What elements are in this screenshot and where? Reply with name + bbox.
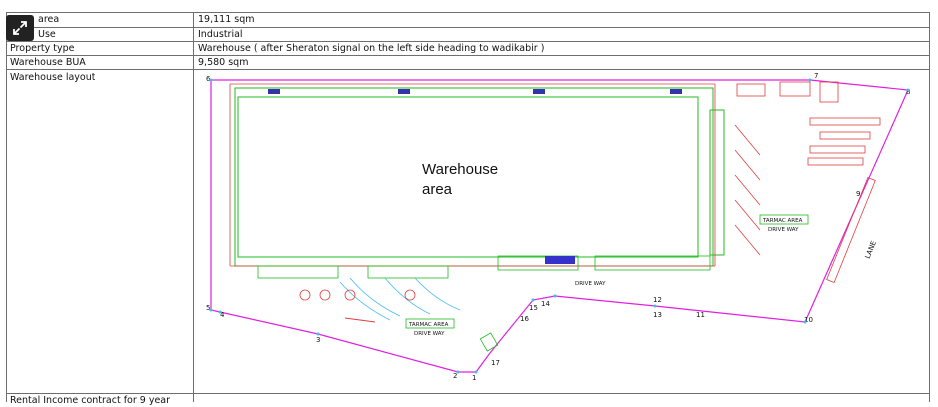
row-value-property-type: Warehouse ( after Sheraton signal on the…	[198, 43, 545, 54]
survey-points: 1 2 3 4 5 6 7 8 9 10 11 12 13 14 15 16 1…	[206, 72, 910, 382]
point-12: 12	[653, 296, 662, 304]
row-divider	[6, 55, 930, 56]
point-15: 15	[529, 304, 538, 312]
point-13: 13	[653, 311, 662, 319]
lane-label: LANE	[864, 240, 878, 260]
row-label-warehouse-layout: Warehouse layout	[10, 72, 96, 83]
point-markers	[209, 78, 910, 374]
warehouse-layout-plan: Warehouse area TARMAC AREA DRIVE WAY TAR…	[206, 72, 910, 382]
row-label-warehouse-bua: Warehouse BUA	[10, 57, 86, 68]
point-7: 7	[814, 72, 818, 80]
point-17: 17	[491, 359, 500, 367]
expand-arrows-icon	[13, 21, 27, 35]
table-border-top	[6, 12, 930, 13]
expand-button[interactable]	[6, 15, 34, 41]
point-3: 3	[316, 336, 320, 344]
tarmac-bottom-label: TARMAC AREA	[408, 322, 449, 328]
table-border-left	[6, 12, 7, 402]
point-2: 2	[453, 372, 457, 380]
point-14: 14	[541, 300, 550, 308]
tarmac-right-driveway: DRIVE WAY	[768, 227, 799, 233]
bottom-rooms	[257, 255, 711, 279]
table-border-right	[929, 12, 930, 402]
row-value-area: 19,111 sqm	[198, 14, 255, 25]
row-label-property-type: Property type	[10, 43, 75, 54]
row-label-use: Use	[38, 29, 56, 40]
tarmac-bottom-driveway: DRIVE WAY	[414, 331, 445, 337]
row-value-use: Industrial	[198, 29, 243, 40]
point-16: 16	[520, 315, 529, 323]
warehouse-area-label-line1: Warehouse	[422, 161, 498, 178]
warehouse-area-label-line2: area	[422, 181, 453, 198]
right-loading-bays	[709, 109, 725, 256]
point-1: 1	[472, 374, 476, 382]
point-11: 11	[696, 311, 705, 319]
column-divider	[193, 12, 194, 402]
right-parking	[734, 81, 881, 256]
tarmac-right-label: TARMAC AREA	[762, 218, 803, 224]
bottom-blue-room	[545, 256, 575, 264]
row-label-area: area	[38, 14, 60, 25]
point-9: 9	[856, 190, 860, 198]
row-value-warehouse-bua: 9,580 sqm	[198, 57, 249, 68]
red-arrow	[344, 317, 376, 323]
lane-stalls	[826, 176, 876, 284]
row-label-rental-income: Rental Income contract for 9 year	[10, 395, 171, 406]
drive-way-label: DRIVE WAY	[575, 281, 606, 287]
site-boundary	[210, 79, 909, 373]
small-green-kiosk	[479, 332, 499, 352]
top-markers	[268, 89, 682, 94]
tarmac-arcs	[339, 277, 461, 321]
row-divider	[6, 27, 930, 28]
